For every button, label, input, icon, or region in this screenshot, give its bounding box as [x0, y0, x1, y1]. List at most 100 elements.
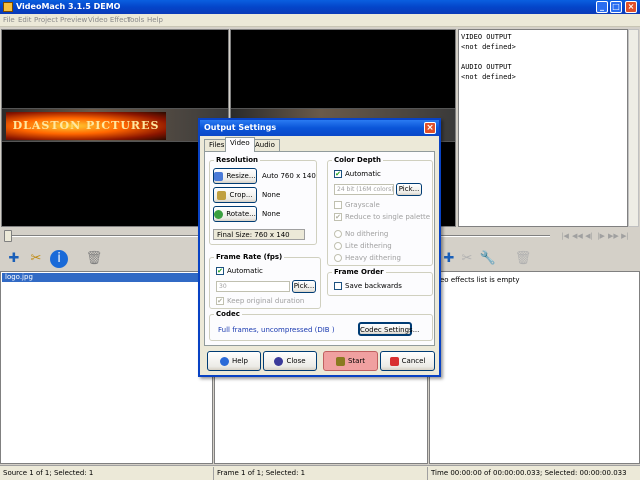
menu-bar: File Edit Project Preview Video Effect T… — [0, 14, 640, 27]
dialog-title-bar: Output Settings × — [200, 120, 439, 136]
resize-button[interactable]: Resize... — [213, 168, 257, 184]
rotate-icon — [214, 209, 224, 219]
add-source-icon[interactable]: ✚ — [5, 250, 23, 268]
menu-preview[interactable]: Preview — [60, 16, 87, 24]
forward-icon[interactable]: ▶▶ — [608, 232, 619, 240]
menu-tools[interactable]: Tools — [127, 16, 144, 24]
start-button[interactable]: Start — [323, 351, 378, 371]
frame-order-group: Frame Order Save backwards — [327, 268, 433, 296]
no-dithering-radio[interactable] — [334, 230, 342, 238]
status-time: Time 00:00:00 of 00:00:00.033; Selected:… — [431, 469, 627, 477]
logo-strip: DLASTON PICTURES — [2, 108, 228, 142]
color-automatic-label: Automatic — [345, 170, 381, 178]
fps-automatic-label: Automatic — [227, 267, 263, 275]
lite-dithering-radio[interactable] — [334, 242, 342, 250]
color-depth-group: Color Depth ✔ Automatic 24 bit (16M colo… — [327, 156, 433, 266]
reduce-palette-checkbox[interactable]: ✔ — [334, 213, 342, 221]
output-settings-dialog: Output Settings × Files Video Audio Reso… — [198, 118, 441, 377]
help-icon — [220, 356, 230, 366]
reduce-palette-label: Reduce to single palette — [345, 213, 431, 221]
effect-cut-icon[interactable]: ✂ — [458, 250, 476, 268]
maximize-button[interactable]: □ — [610, 1, 622, 13]
keep-duration-checkbox[interactable]: ✔ — [216, 297, 224, 305]
minimize-button[interactable]: _ — [596, 1, 608, 13]
heavy-dithering-radio[interactable] — [334, 254, 342, 262]
save-backwards-label: Save backwards — [345, 282, 402, 290]
effect-delete-icon[interactable]: 🗑 — [514, 250, 532, 268]
no-dithering-label: No dithering — [345, 230, 389, 238]
resize-value: Auto 760 x 140 — [262, 172, 316, 180]
resolution-group: Resolution Resize... Auto 760 x 140 Crop… — [209, 156, 317, 245]
color-depth-field[interactable]: 24 bit (16M colors) — [334, 184, 394, 195]
play-icon[interactable]: |▶ — [596, 232, 606, 240]
audio-output-header: AUDIO OUTPUT — [461, 63, 512, 71]
codec-group: Codec Full frames, uncompressed (DIB ) C… — [209, 310, 433, 341]
menu-project[interactable]: Project — [34, 16, 58, 24]
cancel-button[interactable]: Cancel — [380, 351, 435, 371]
color-depth-label: Color Depth — [332, 156, 383, 164]
source-list[interactable]: logo.jpg — [0, 271, 213, 464]
crop-button[interactable]: Crop... — [213, 187, 257, 203]
info-scrollbar[interactable] — [628, 29, 639, 227]
title-bar: VideoMach 3.1.5 DEMO _ □ × — [0, 0, 640, 14]
app-icon — [3, 2, 13, 12]
grayscale-checkbox[interactable] — [334, 201, 342, 209]
prev-frame-icon[interactable]: ◀| — [584, 232, 594, 240]
codec-value: Full frames, uncompressed (DIB ) — [218, 326, 335, 334]
lite-dithering-label: Lite dithering — [345, 242, 392, 250]
list-item[interactable]: logo.jpg — [2, 273, 212, 282]
menu-file[interactable]: File — [3, 16, 15, 24]
dialog-close-icon[interactable]: × — [424, 122, 436, 134]
output-info-panel: VIDEO OUTPUT <not defined> AUDIO OUTPUT … — [458, 29, 628, 227]
resolution-label: Resolution — [214, 156, 261, 164]
color-automatic-checkbox[interactable]: ✔ — [334, 170, 342, 178]
info-icon[interactable]: i — [50, 250, 68, 268]
add-effect-icon[interactable]: ✚ — [440, 250, 458, 268]
color-pick-button[interactable]: Pick... — [396, 183, 422, 196]
rotate-button[interactable]: Rotate... — [213, 206, 257, 222]
audio-output-value: <not defined> — [461, 73, 516, 81]
window-title: VideoMach 3.1.5 DEMO — [16, 2, 121, 11]
menu-edit[interactable]: Edit — [18, 16, 32, 24]
dialog-title: Output Settings — [204, 123, 277, 132]
fps-automatic-checkbox[interactable]: ✔ — [216, 267, 224, 275]
heavy-dithering-label: Heavy dithering — [345, 254, 401, 262]
close-circle-icon — [274, 356, 284, 366]
crop-icon — [217, 190, 227, 200]
dialog-close-button[interactable]: Close — [263, 351, 317, 371]
resize-icon — [214, 171, 224, 181]
last-frame-icon[interactable]: ▶| — [620, 232, 630, 240]
logo-image: DLASTON PICTURES — [6, 112, 166, 140]
status-bar: Source 1 of 1; Selected: 1 Frame 1 of 1;… — [0, 465, 640, 480]
video-output-header: VIDEO OUTPUT — [461, 33, 512, 41]
help-button[interactable]: Help — [207, 351, 261, 371]
keep-duration-label: Keep original duration — [227, 297, 305, 305]
cut-icon[interactable]: ✂ — [27, 250, 45, 268]
effect-settings-icon[interactable]: 🔧 — [479, 250, 497, 268]
codec-settings-button[interactable]: Codec Settings... — [358, 322, 419, 336]
timeline-thumb[interactable] — [4, 230, 12, 242]
first-frame-icon[interactable]: |◀ — [560, 232, 570, 240]
status-frame: Frame 1 of 1; Selected: 1 — [217, 469, 306, 477]
save-backwards-checkbox[interactable] — [334, 282, 342, 290]
rewind-icon[interactable]: ◀◀ — [572, 232, 583, 240]
fps-pick-button[interactable]: Pick... — [292, 280, 316, 293]
status-source: Source 1 of 1; Selected: 1 — [3, 469, 94, 477]
rotate-value: None — [262, 210, 281, 218]
menu-help[interactable]: Help — [147, 16, 163, 24]
close-button[interactable]: × — [625, 1, 637, 13]
effects-empty-text: eo effects list is empty — [440, 276, 520, 284]
video-output-value: <not defined> — [461, 43, 516, 51]
cancel-icon — [389, 356, 399, 366]
fps-field[interactable]: 30 — [216, 281, 290, 292]
frame-rate-group: Frame Rate (fps) ✔ Automatic 30 Pick... … — [209, 253, 321, 309]
menu-video-effect[interactable]: Video Effect — [88, 16, 130, 24]
final-size: Final Size: 760 x 140 — [213, 229, 305, 240]
tab-video[interactable]: Video — [225, 137, 255, 152]
source-preview: DLASTON PICTURES — [1, 29, 229, 227]
effects-list[interactable]: eo effects list is empty — [429, 271, 640, 464]
frame-rate-label: Frame Rate (fps) — [214, 253, 285, 261]
codec-label: Codec — [214, 310, 242, 318]
frame-order-label: Frame Order — [332, 268, 386, 276]
delete-icon[interactable]: 🗑 — [85, 250, 103, 268]
